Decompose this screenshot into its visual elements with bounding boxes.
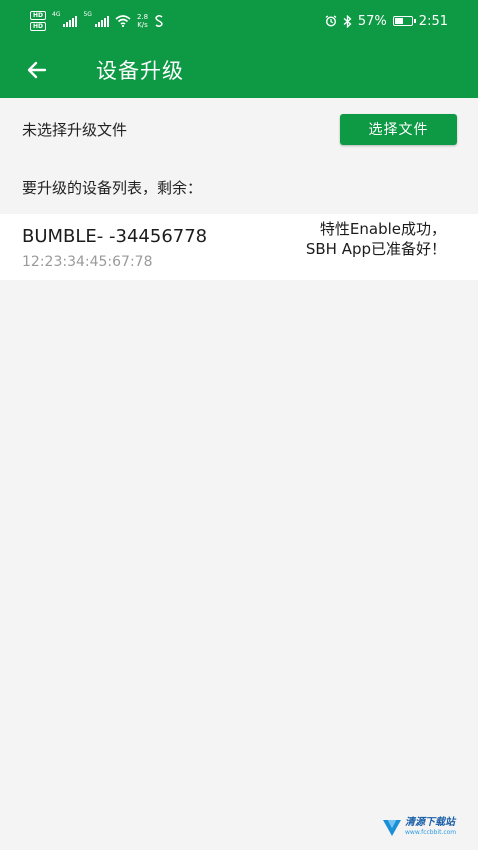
battery-fill (394, 18, 404, 24)
battery-percent: 57% (357, 13, 387, 29)
file-status-label: 未选择升级文件 (22, 120, 128, 139)
bluetooth-icon (343, 14, 352, 28)
select-file-button[interactable]: 选择文件 (340, 113, 457, 145)
watermark-brand: 清源下载站 (405, 817, 455, 828)
arrow-left-icon (27, 61, 47, 79)
hd-indicators: HD HD (30, 11, 47, 31)
watermark-url: www.fccbbit.com (405, 829, 457, 836)
signal-icon (63, 15, 78, 27)
watermark-logo-icon (383, 820, 401, 836)
device-list-item[interactable]: BUMBLE- -34456778 12:23:34:45:67:78 特性En… (0, 214, 478, 280)
network-type-label: 4G (52, 11, 61, 18)
file-selection-row: 未选择升级文件 选择文件 (0, 98, 478, 160)
speed-unit: K/s (137, 21, 148, 29)
wifi-icon (115, 15, 131, 27)
alarm-icon (325, 15, 337, 27)
data-saver-icon (155, 15, 163, 27)
device-status: 特性Enable成功，SBH App已准备好！ (305, 220, 446, 258)
device-list-header: 要升级的设备列表，剩余： (22, 179, 203, 197)
signal-icon (94, 15, 109, 27)
device-mac-address: 12:23:34:45:67:78 (22, 254, 153, 270)
hd-icon: HD (30, 11, 47, 20)
network-speed: 2.8 K/s (137, 13, 148, 29)
hd-icon: HD (30, 22, 47, 31)
status-bar-right: 57% 2:51 (325, 14, 448, 29)
network-type-label: 5G (83, 11, 92, 18)
app-bar: 设备升级 (0, 42, 478, 98)
device-name: BUMBLE- -34456778 (22, 226, 208, 247)
speed-value: 2.8 (136, 13, 149, 21)
clock: 2:51 (418, 13, 448, 29)
back-button[interactable] (0, 42, 74, 98)
status-bar-left: HD HD 4G 5G 2.8 K/s (30, 11, 164, 31)
battery-icon (392, 16, 416, 26)
watermark-text: 清源下载站 www.fccbbit.com (405, 818, 456, 838)
page-title: 设备升级 (96, 59, 184, 83)
watermark: 清源下载站 www.fccbbit.com (382, 818, 456, 838)
status-bar: HD HD 4G 5G 2.8 K/s 57% 2:51 (0, 0, 478, 42)
